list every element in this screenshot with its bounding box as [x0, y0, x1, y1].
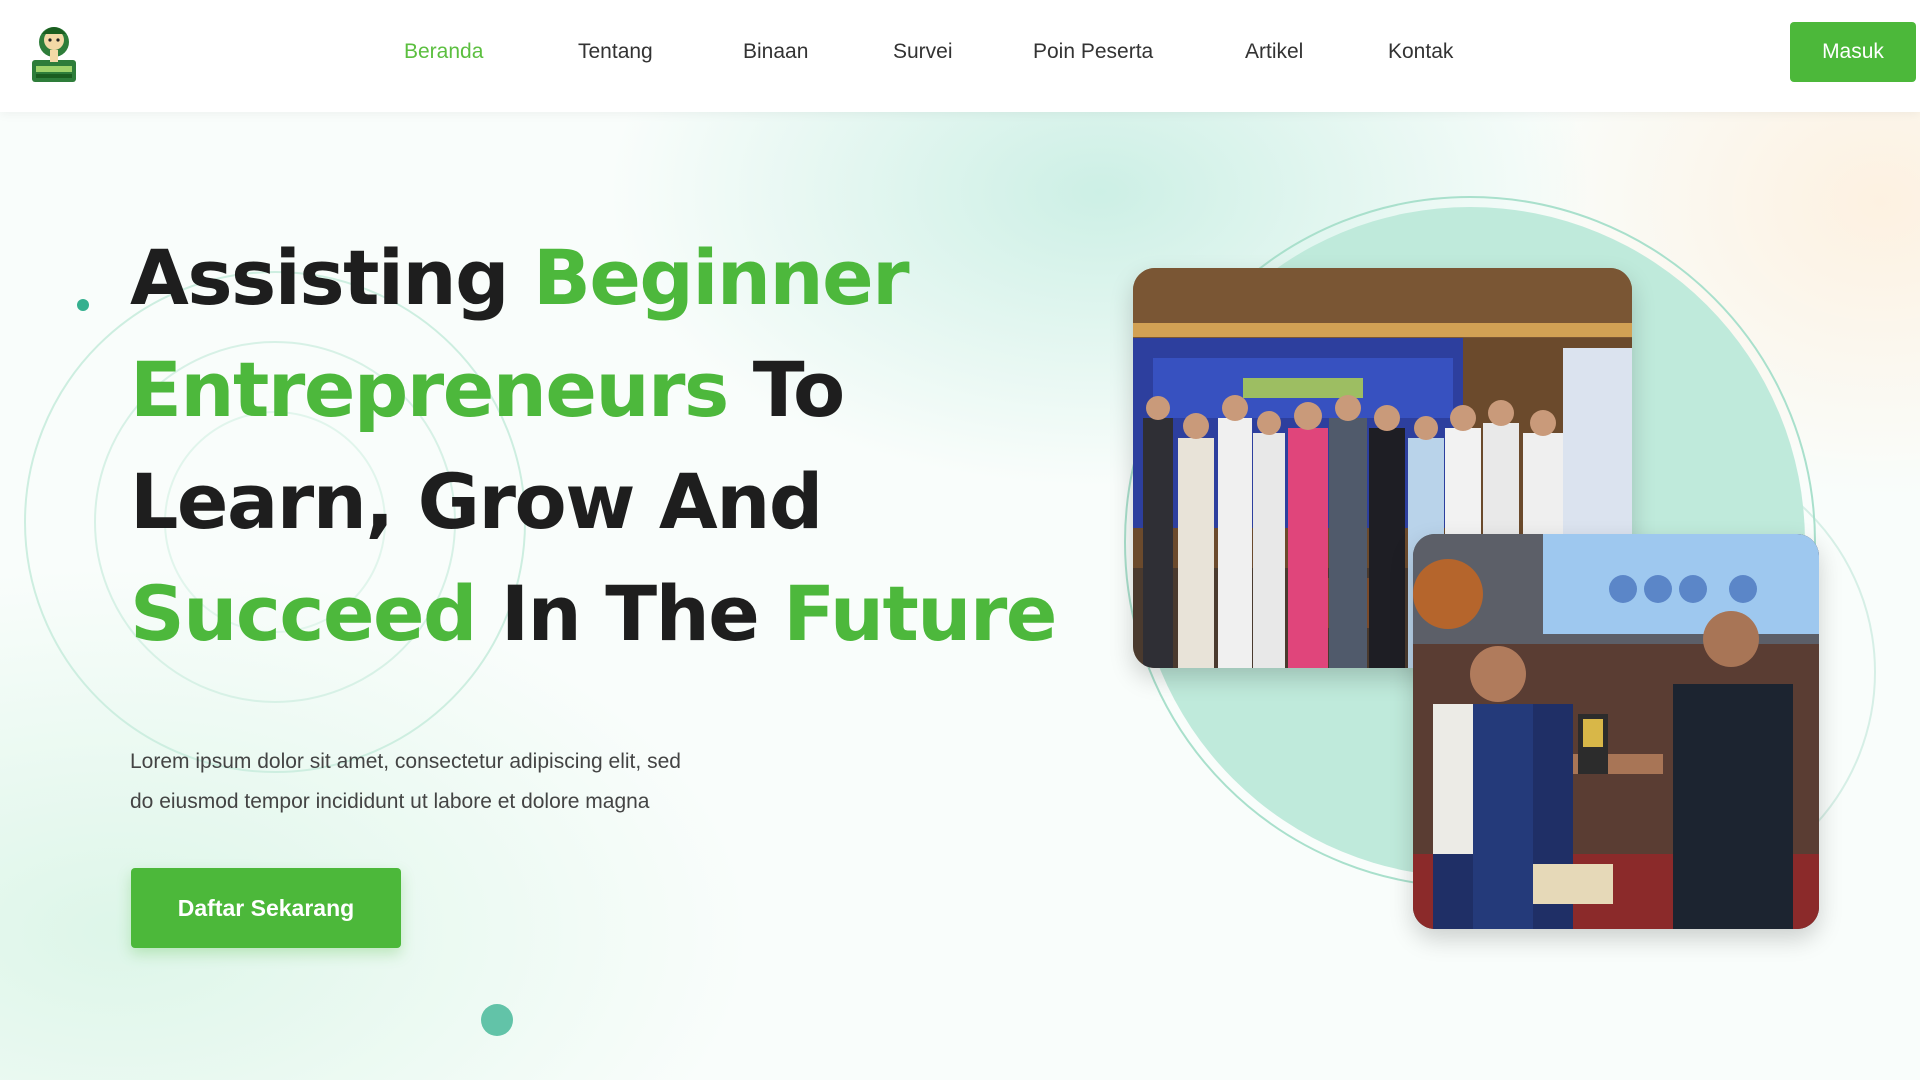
nav-item-survei[interactable]: Survei: [893, 40, 953, 64]
top-navbar: Beranda Tentang Binaan Survei Poin Peser…: [0, 0, 1920, 112]
decorative-dot: [77, 299, 89, 311]
nav-item-artikel[interactable]: Artikel: [1245, 40, 1303, 64]
headline-highlight: Succeed: [130, 569, 477, 658]
nav-item-beranda[interactable]: Beranda: [404, 40, 483, 64]
headline-word: To: [752, 345, 845, 434]
headline-word: In The: [500, 569, 760, 658]
hero-headline: Assisting Beginner Entrepreneurs To Lear…: [130, 222, 1080, 670]
description-line: Lorem ipsum dolor sit amet, consectetur …: [130, 750, 681, 773]
decorative-dot: [481, 1004, 513, 1036]
nav-item-tentang[interactable]: Tentang: [578, 40, 653, 64]
main-navigation: Beranda Tentang Binaan Survei Poin Peser…: [0, 0, 1920, 112]
nav-item-poin-peserta[interactable]: Poin Peserta: [1033, 40, 1153, 64]
headline-word: Assisting: [130, 233, 509, 322]
nav-item-kontak[interactable]: Kontak: [1388, 40, 1453, 64]
login-button[interactable]: Masuk: [1790, 22, 1916, 82]
award-handover-photo: [1413, 534, 1819, 929]
headline-highlight: Beginner: [532, 233, 910, 322]
headline-highlight: Future: [783, 569, 1057, 658]
headline-highlight: Entrepreneurs: [130, 345, 729, 434]
description-line: do eiusmod tempor incididunt ut labore e…: [130, 790, 650, 813]
hero-description: Lorem ipsum dolor sit amet, consectetur …: [130, 742, 830, 822]
headline-word: Learn, Grow And: [130, 457, 823, 546]
register-now-button[interactable]: Daftar Sekarang: [131, 868, 401, 948]
nav-item-binaan[interactable]: Binaan: [743, 40, 808, 64]
hero-section: Assisting Beginner Entrepreneurs To Lear…: [0, 112, 1920, 1080]
